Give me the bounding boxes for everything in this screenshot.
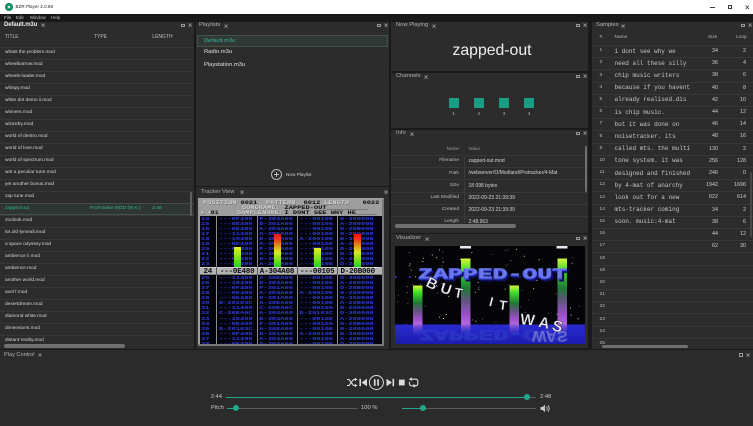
svg-text:WAS: WAS [532,327,567,344]
svg-text:W: W [519,311,536,329]
svg-text:. .: . . [395,268,414,282]
svg-text:ZAPPED-OUT: ZAPPED-OUT [418,266,567,283]
